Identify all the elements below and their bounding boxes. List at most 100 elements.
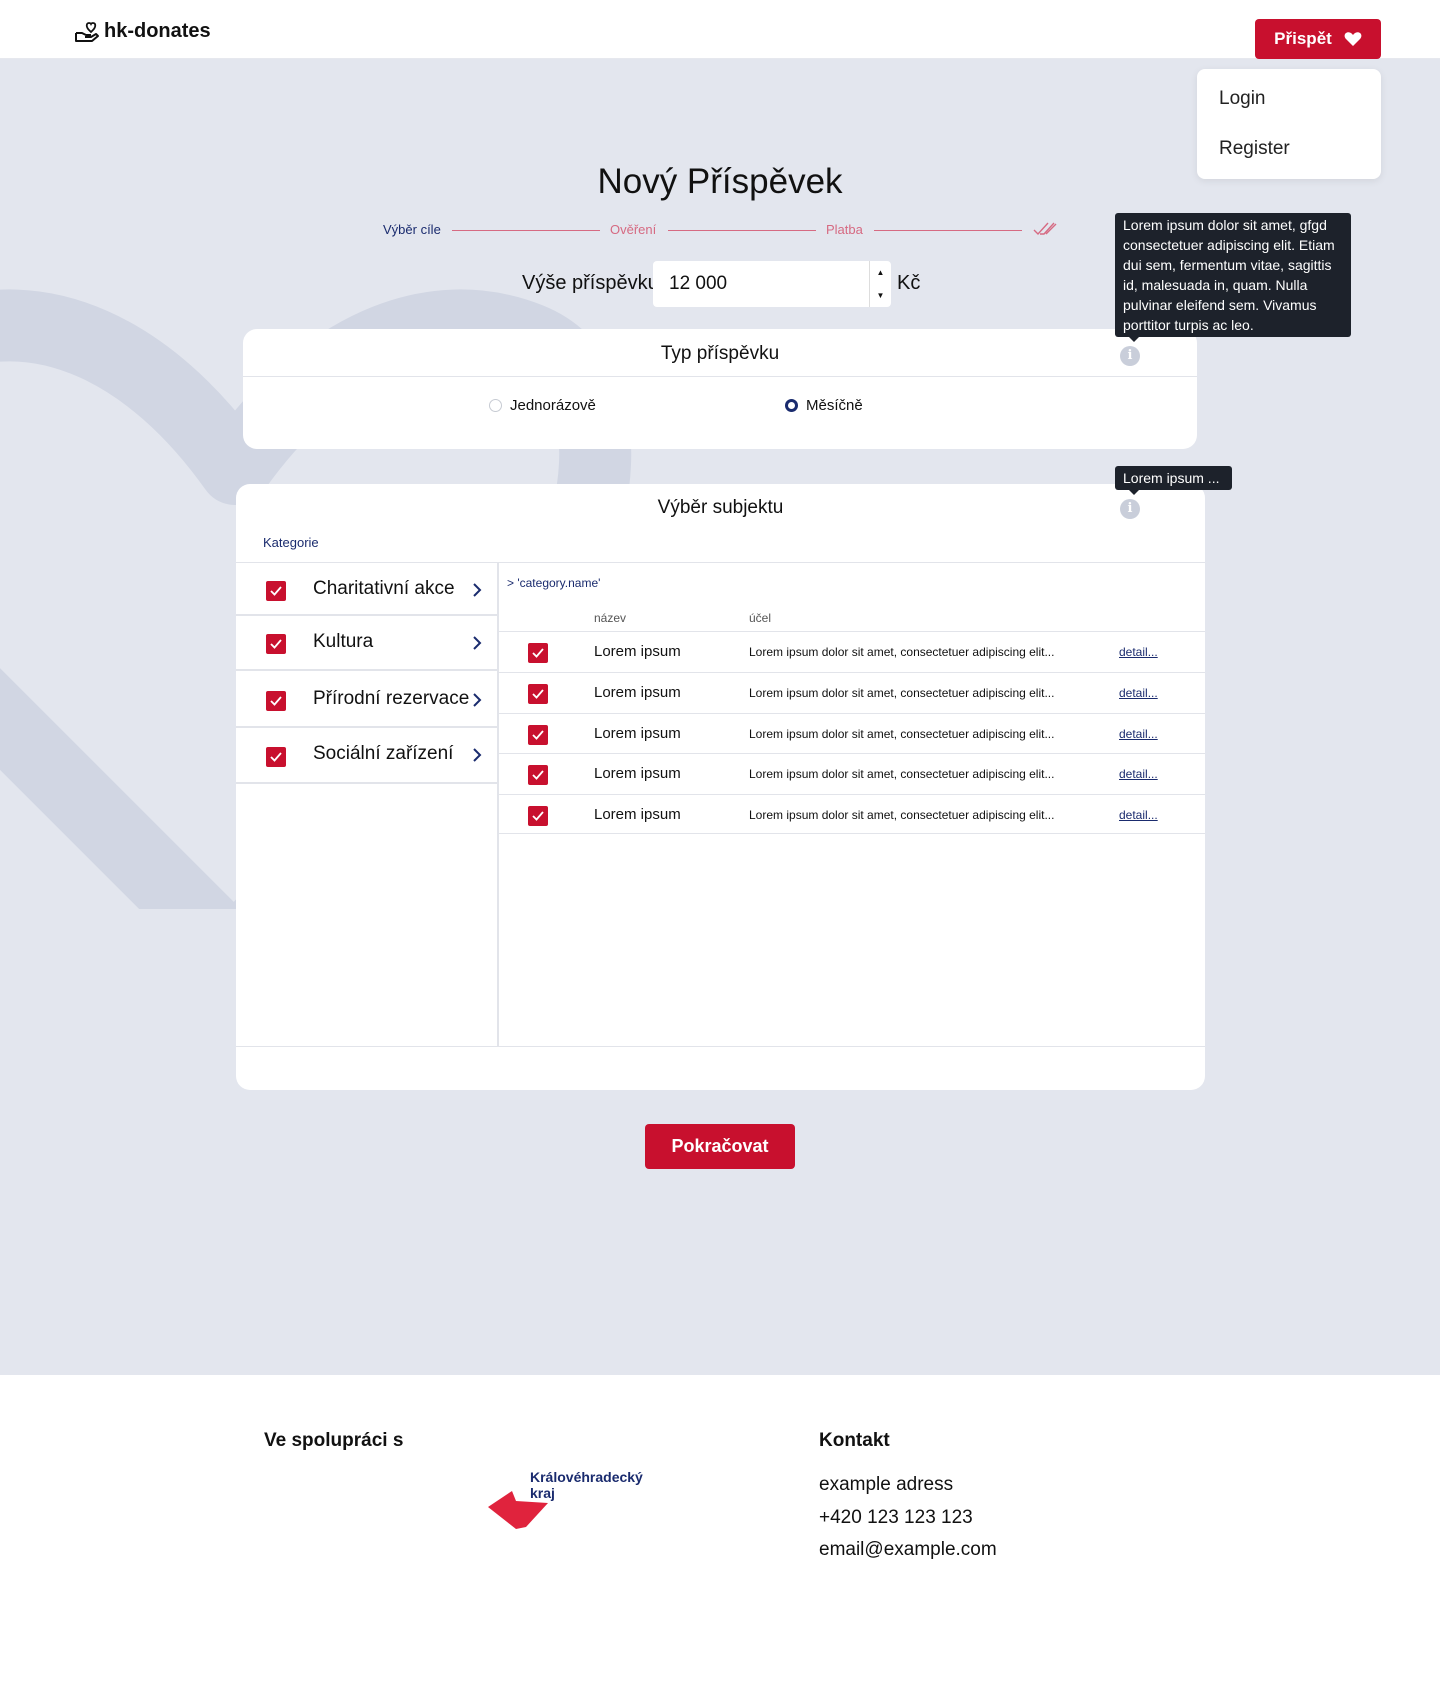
donate-button[interactable]: Přispět bbox=[1255, 19, 1381, 59]
continue-button[interactable]: Pokračovat bbox=[645, 1124, 795, 1169]
chevron-right-icon[interactable] bbox=[471, 692, 483, 708]
category-label: Charitativní akce bbox=[313, 578, 455, 599]
checkmark-icon bbox=[270, 696, 282, 706]
row-purpose: Lorem ipsum dolor sit amet, consectetuer… bbox=[749, 686, 1055, 700]
detail-link[interactable]: detail... bbox=[1119, 727, 1158, 741]
top-bar: hk-donates Přispět bbox=[0, 0, 1440, 59]
subject-selection-title: Výběr subjektu bbox=[657, 497, 784, 518]
contact-email[interactable]: email@example.com bbox=[819, 1539, 997, 1561]
radio-button-selected-icon[interactable] bbox=[785, 399, 798, 412]
subject-selection-card: Výběr subjektu i Kategorie Charitativní … bbox=[236, 484, 1205, 1090]
amount-input[interactable]: ▲ ▼ bbox=[653, 261, 891, 307]
column-header-purpose: účel bbox=[749, 611, 772, 625]
chevron-right-icon[interactable] bbox=[471, 747, 483, 763]
detail-link[interactable]: detail... bbox=[1119, 645, 1158, 659]
checkbox[interactable] bbox=[266, 747, 286, 767]
account-dropdown: Login Register bbox=[1197, 69, 1381, 179]
category-item-charity[interactable]: Charitativní akce bbox=[236, 563, 499, 616]
checkbox[interactable] bbox=[528, 806, 548, 826]
radio-label: Jednorázově bbox=[510, 397, 596, 414]
checkmark-icon bbox=[270, 639, 282, 649]
checkmark-icon bbox=[532, 811, 544, 821]
amount-field[interactable] bbox=[669, 273, 849, 295]
checkmark-icon bbox=[532, 770, 544, 780]
step-select-target[interactable]: Výběr cíle bbox=[383, 222, 441, 237]
category-item-nature-reserves[interactable]: Přírodní rezervace bbox=[236, 671, 499, 728]
checkbox[interactable] bbox=[528, 684, 548, 704]
login-menu-item[interactable]: Login bbox=[1197, 88, 1381, 138]
detail-link[interactable]: detail... bbox=[1119, 686, 1158, 700]
divider bbox=[243, 376, 1197, 377]
checkbox[interactable] bbox=[528, 725, 548, 745]
checkbox[interactable] bbox=[266, 581, 286, 601]
increment-icon[interactable]: ▲ bbox=[870, 261, 891, 284]
row-purpose: Lorem ipsum dolor sit amet, consectetuer… bbox=[749, 645, 1055, 659]
checkbox[interactable] bbox=[266, 691, 286, 711]
radio-button-icon[interactable] bbox=[489, 399, 502, 412]
contribution-type-card: Typ příspěvku i Jednorázově Měsíčně bbox=[243, 329, 1197, 449]
donate-button-label: Přispět bbox=[1274, 29, 1332, 48]
radio-one-time[interactable]: Jednorázově bbox=[489, 397, 596, 414]
row-name: Lorem ipsum bbox=[594, 725, 681, 742]
checkbox[interactable] bbox=[528, 765, 548, 785]
row-purpose: Lorem ipsum dolor sit amet, consectetuer… bbox=[749, 808, 1055, 822]
category-item-social-facilities[interactable]: Sociální zařízení bbox=[236, 728, 499, 784]
progress-stepper: Výběr cíle Ověření Platba bbox=[380, 220, 1060, 240]
table-row[interactable]: Lorem ipsum Lorem ipsum dolor sit amet, … bbox=[499, 713, 1205, 753]
category-item-culture[interactable]: Kultura bbox=[236, 616, 499, 671]
heart-icon bbox=[1344, 32, 1362, 46]
selection-panel: Charitativní akce Kultura Přírodní rezer… bbox=[236, 562, 1205, 1047]
row-name: Lorem ipsum bbox=[594, 643, 681, 660]
partner-logo-text: Královéhradecký kraj bbox=[530, 1469, 643, 1501]
amount-stepper[interactable]: ▲ ▼ bbox=[869, 261, 891, 307]
footer: Ve spolupráci s Královéhradecký kraj Kon… bbox=[0, 1375, 1440, 1697]
checkmark-icon bbox=[532, 648, 544, 658]
step-connector bbox=[874, 230, 1022, 231]
contribution-type-tooltip: Lorem ipsum dolor sit amet, gfgd consect… bbox=[1115, 213, 1351, 342]
row-name: Lorem ipsum bbox=[594, 765, 681, 782]
chevron-right-icon[interactable] bbox=[471, 635, 483, 651]
table-row[interactable]: Lorem ipsum Lorem ipsum dolor sit amet, … bbox=[499, 672, 1205, 712]
column-header-name: název bbox=[594, 611, 627, 625]
subject-selection-tooltip: Lorem ipsum ... bbox=[1115, 466, 1232, 495]
step-connector bbox=[452, 230, 600, 231]
detail-link[interactable]: detail... bbox=[1119, 808, 1158, 822]
partners-heading: Ve spolupráci s bbox=[264, 1430, 404, 1451]
radio-label: Měsíčně bbox=[806, 397, 863, 414]
partner-logo[interactable]: Královéhradecký kraj bbox=[486, 1469, 661, 1539]
double-check-icon bbox=[1033, 222, 1057, 236]
row-name: Lorem ipsum bbox=[594, 806, 681, 823]
checkmark-icon bbox=[270, 752, 282, 762]
categories-label: Kategorie bbox=[263, 535, 319, 550]
category-label: Sociální zařízení bbox=[313, 743, 454, 764]
contribution-type-title: Typ příspěvku bbox=[660, 343, 780, 364]
checkmark-icon bbox=[532, 689, 544, 699]
logo-text: hk-donates bbox=[104, 20, 211, 42]
hand-heart-icon bbox=[75, 21, 99, 42]
table-row[interactable]: Lorem ipsum Lorem ipsum dolor sit amet, … bbox=[499, 631, 1205, 671]
decrement-icon[interactable]: ▼ bbox=[870, 284, 891, 307]
checkbox[interactable] bbox=[528, 643, 548, 663]
chevron-right-icon[interactable] bbox=[471, 582, 483, 598]
detail-link[interactable]: detail... bbox=[1119, 767, 1158, 781]
row-purpose: Lorem ipsum dolor sit amet, consectetuer… bbox=[749, 767, 1055, 781]
table-row[interactable]: Lorem ipsum Lorem ipsum dolor sit amet, … bbox=[499, 794, 1205, 834]
table-row[interactable]: Lorem ipsum Lorem ipsum dolor sit amet, … bbox=[499, 753, 1205, 793]
checkbox[interactable] bbox=[266, 634, 286, 654]
category-label: Kultura bbox=[313, 631, 374, 652]
step-payment[interactable]: Platba bbox=[826, 222, 863, 237]
contact-heading: Kontakt bbox=[819, 1430, 890, 1451]
step-verification[interactable]: Ověření bbox=[610, 222, 656, 237]
register-menu-item[interactable]: Register bbox=[1197, 138, 1381, 188]
amount-label: Výše příspěvku bbox=[522, 272, 659, 294]
checkmark-icon bbox=[532, 730, 544, 740]
step-connector bbox=[668, 230, 816, 231]
breadcrumb[interactable]: > 'category.name' bbox=[507, 576, 600, 590]
logo[interactable]: hk-donates bbox=[74, 20, 211, 43]
row-name: Lorem ipsum bbox=[594, 684, 681, 701]
radio-monthly[interactable]: Měsíčně bbox=[785, 397, 863, 414]
contact-phone[interactable]: +420 123 123 123 bbox=[819, 1507, 973, 1529]
info-icon[interactable]: i bbox=[1120, 499, 1140, 519]
info-icon[interactable]: i bbox=[1120, 346, 1140, 366]
category-label: Přírodní rezervace bbox=[313, 688, 470, 709]
